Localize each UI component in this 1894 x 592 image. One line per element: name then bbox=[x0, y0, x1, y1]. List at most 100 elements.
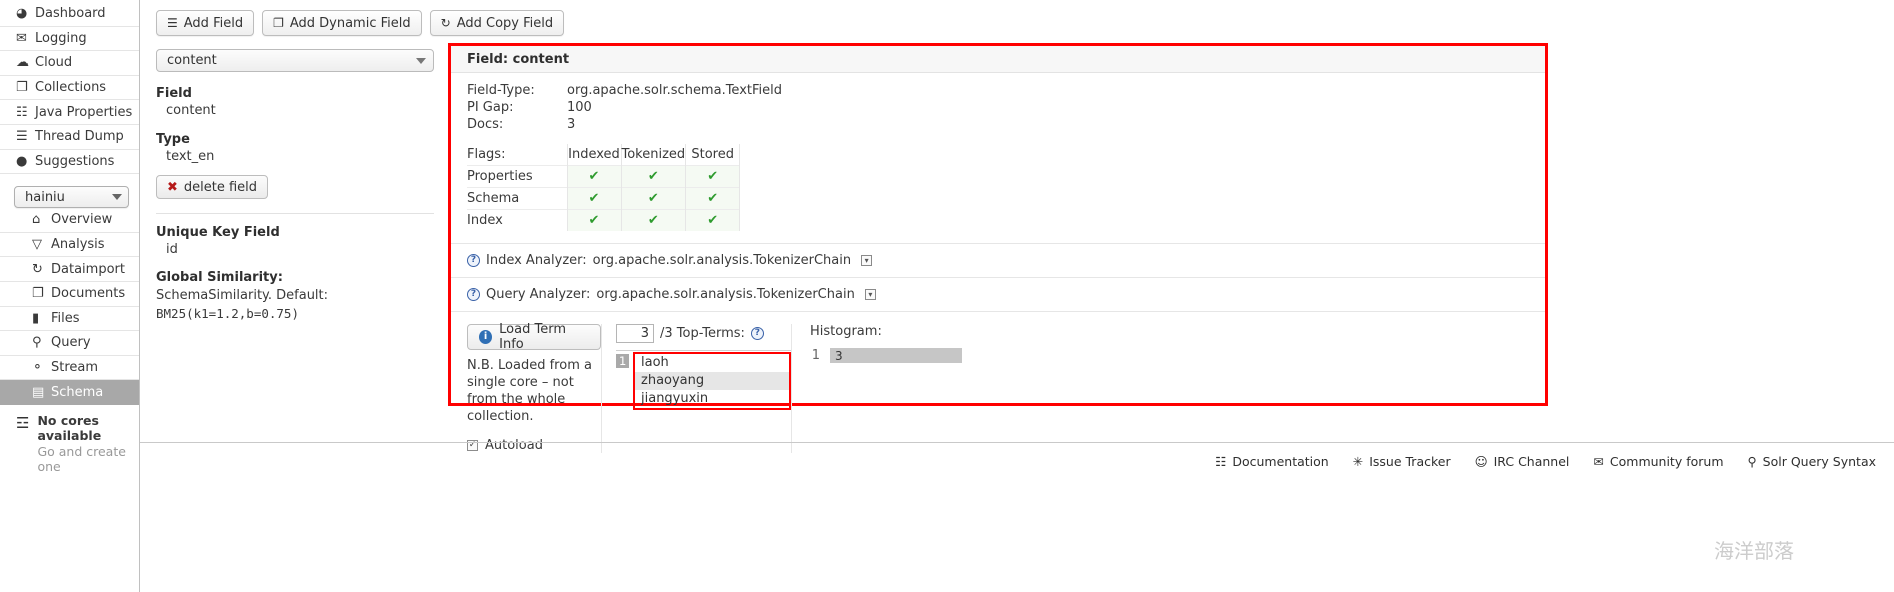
sidebar-item-documents[interactable]: ❐Documents bbox=[0, 282, 139, 307]
schema-icon: ▤ bbox=[32, 386, 51, 399]
no-cores-title: No cores available bbox=[37, 413, 139, 443]
footer-link-issue-tracker[interactable]: ✳Issue Tracker bbox=[1353, 454, 1451, 469]
top-terms-list-highlight: laohzhaoyangjiangyuxin bbox=[633, 352, 791, 410]
collections-icon: ❐ bbox=[16, 81, 35, 94]
suggestions-icon: ● bbox=[16, 155, 35, 168]
sidebar-item-stream[interactable]: ⚬Stream bbox=[0, 356, 139, 381]
sidebar: ◕Dashboard✉Logging☁Cloud❐Collections☷Jav… bbox=[0, 0, 140, 592]
core-selector-value: hainiu bbox=[25, 190, 112, 205]
field-detail-row: Field-Type:org.apache.solr.schema.TextFi… bbox=[467, 82, 782, 99]
no-cores-subtitle: Go and create one bbox=[37, 444, 139, 474]
top-term-item[interactable]: jiangyuxin bbox=[635, 390, 789, 408]
sidebar-item-java-properties[interactable]: ☷Java Properties bbox=[0, 100, 139, 125]
sidebar-item-query[interactable]: ⚲Query bbox=[0, 331, 139, 356]
top-terms-section: /3 Top-Terms: ? 1 laohzhaoyangjiangyuxin bbox=[601, 324, 791, 453]
folder-icon: ▮ bbox=[32, 312, 51, 325]
sidebar-item-suggestions[interactable]: ●Suggestions bbox=[0, 150, 139, 175]
funnel-icon: ▽ bbox=[32, 238, 51, 251]
sidebar-item-files[interactable]: ▮Files bbox=[0, 307, 139, 332]
mail-icon: ✉ bbox=[1593, 454, 1603, 469]
flags-column-header: Stored bbox=[686, 144, 740, 166]
sidebar-item-analysis[interactable]: ▽Analysis bbox=[0, 233, 139, 258]
load-term-info-label: Load Term Info bbox=[499, 322, 589, 352]
top-term-item[interactable]: laoh bbox=[635, 354, 789, 372]
watermark: 海洋部落 bbox=[1714, 535, 1794, 564]
help-circle-icon[interactable]: ? bbox=[467, 288, 480, 301]
sidebar-item-logging[interactable]: ✉Logging bbox=[0, 27, 139, 52]
field-detail-key: Field-Type: bbox=[467, 82, 567, 99]
add-field-button[interactable]: ☰ Add Field bbox=[156, 10, 254, 36]
thread-dump-icon: ☰ bbox=[16, 130, 35, 143]
add-copy-field-button[interactable]: ↻ Add Copy Field bbox=[430, 10, 564, 36]
flags-label: Flags: bbox=[467, 144, 567, 166]
chat-icon: ☺ bbox=[1475, 454, 1488, 469]
top-term-item[interactable]: zhaoyang bbox=[635, 372, 789, 390]
copy-document-icon: ❐ bbox=[273, 17, 284, 29]
sidebar-item-label: Stream bbox=[51, 360, 98, 375]
sidebar-item-thread-dump[interactable]: ☰Thread Dump bbox=[0, 125, 139, 150]
unique-key-value: id bbox=[166, 242, 434, 257]
search-doc-icon: ⚲ bbox=[1748, 454, 1757, 469]
footer-link-community-forum[interactable]: ✉Community forum bbox=[1593, 454, 1723, 469]
field-detail-kv-table: Field-Type:org.apache.solr.schema.TextFi… bbox=[467, 82, 782, 133]
schema-toolbar: ☰ Add Field ❐ Add Dynamic Field ↻ Add Co… bbox=[140, 0, 1894, 36]
flags-cell: ✔ bbox=[686, 166, 740, 188]
sidebar-item-schema[interactable]: ▤Schema bbox=[0, 380, 139, 405]
check-icon: ✔ bbox=[648, 169, 659, 184]
top-terms-count-column: 1 bbox=[616, 351, 630, 410]
expand-box-icon[interactable]: ▾ bbox=[861, 255, 872, 266]
help-circle-icon[interactable]: ? bbox=[751, 327, 764, 340]
sidebar-item-dashboard[interactable]: ◕Dashboard bbox=[0, 2, 139, 27]
check-icon: ✔ bbox=[648, 213, 659, 228]
doc-icon: ☷ bbox=[1215, 454, 1226, 469]
analyzer-value: org.apache.solr.analysis.TokenizerChain bbox=[596, 287, 854, 302]
check-icon: ✔ bbox=[589, 191, 600, 206]
document-icon: ☰ bbox=[167, 17, 178, 29]
top-terms-count-input[interactable] bbox=[616, 324, 654, 343]
footer-link-documentation[interactable]: ☷Documentation bbox=[1215, 454, 1329, 469]
database-add-icon: ☲ bbox=[16, 415, 29, 432]
core-selector[interactable]: hainiu bbox=[14, 186, 129, 208]
chevron-down-icon bbox=[416, 58, 426, 64]
top-terms-label: /3 Top-Terms: bbox=[660, 326, 745, 341]
top-terms-header: /3 Top-Terms: ? bbox=[616, 324, 791, 343]
flags-cell: ✔ bbox=[621, 210, 686, 232]
magnifier-icon: ⚲ bbox=[32, 336, 51, 349]
sidebar-item-collections[interactable]: ❐Collections bbox=[0, 76, 139, 101]
histogram-title: Histogram: bbox=[810, 324, 1545, 339]
flags-row-label: Schema bbox=[467, 188, 567, 210]
footer-link-solr-query-syntax[interactable]: ⚲Solr Query Syntax bbox=[1748, 454, 1877, 469]
check-icon: ✔ bbox=[707, 191, 718, 206]
sidebar-item-label: Query bbox=[51, 335, 91, 350]
sidebar-item-label: Analysis bbox=[51, 237, 105, 252]
sidebar-item-label: Files bbox=[51, 311, 80, 326]
flags-row-label: Index bbox=[467, 210, 567, 232]
term-count-badge: 1 bbox=[616, 354, 629, 368]
analyzer-row[interactable]: ? Index Analyzer: org.apache.solr.analysis… bbox=[451, 243, 1545, 277]
flags-cell: ✔ bbox=[567, 166, 621, 188]
java-properties-icon: ☷ bbox=[16, 106, 35, 119]
load-term-info-button[interactable]: i Load Term Info bbox=[467, 324, 601, 350]
footer-link-irc-channel[interactable]: ☺IRC Channel bbox=[1475, 454, 1570, 469]
field-detail-row: PI Gap:100 bbox=[467, 99, 782, 116]
delete-field-button[interactable]: ✖ delete field bbox=[156, 175, 268, 199]
no-cores-notice[interactable]: ☲ No cores available Go and create one bbox=[16, 413, 139, 474]
analyzer-row[interactable]: ?Query Analyzer:org.apache.solr.analysis… bbox=[451, 277, 1545, 311]
flags-cell: ✔ bbox=[567, 188, 621, 210]
expand-box-icon[interactable]: ▾ bbox=[865, 289, 876, 300]
global-similarity-block: Global Similarity: SchemaSimilarity. Def… bbox=[156, 270, 434, 321]
analyzer-label: Index Analyzer: bbox=[486, 253, 587, 268]
flags-cell: ✔ bbox=[621, 166, 686, 188]
add-dynamic-field-button[interactable]: ❐ Add Dynamic Field bbox=[262, 10, 422, 36]
analyzer-value: org.apache.solr.analysis.TokenizerChain bbox=[593, 253, 851, 268]
sidebar-item-overview[interactable]: ⌂Overview bbox=[0, 208, 139, 233]
cloud-icon: ☁ bbox=[16, 56, 35, 69]
field-selector[interactable]: content bbox=[156, 49, 434, 72]
sidebar-item-cloud[interactable]: ☁Cloud bbox=[0, 51, 139, 76]
sidebar-item-label: Cloud bbox=[35, 55, 72, 70]
sidebar-item-label: Logging bbox=[35, 31, 87, 46]
sidebar-item-dataimport[interactable]: ↻Dataimport bbox=[0, 257, 139, 282]
dashboard-icon: ◕ bbox=[16, 7, 35, 20]
help-circle-icon[interactable]: ? bbox=[467, 254, 480, 267]
dataimport-icon: ↻ bbox=[32, 263, 51, 276]
